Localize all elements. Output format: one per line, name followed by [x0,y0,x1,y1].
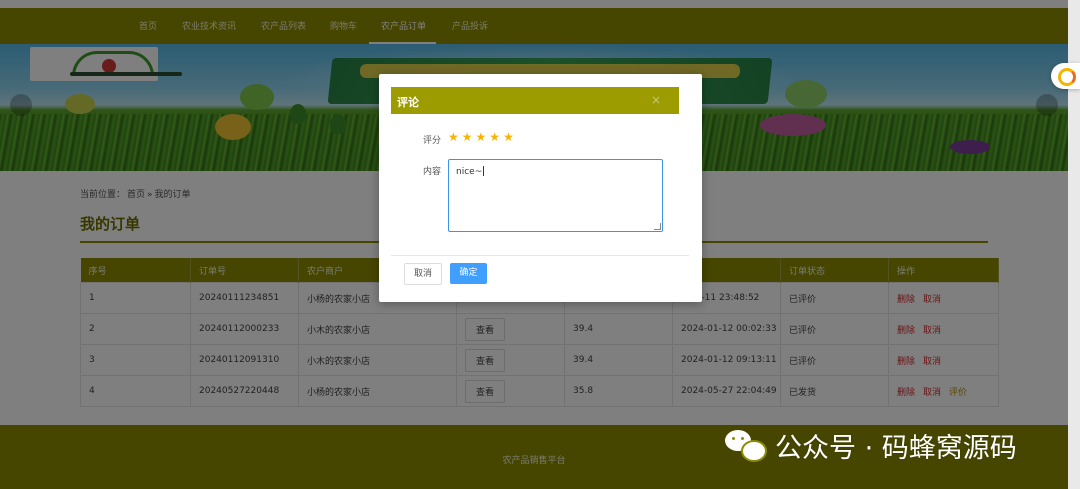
rating-stars: ★★★★★ [448,130,517,144]
dialog-header: 评论 × [391,87,679,114]
confirm-button[interactable]: 确定 [450,263,487,284]
content-value-text: nice~ [456,167,483,177]
resize-grip-icon[interactable] [654,223,661,230]
rating-label: 评分 [422,136,441,146]
review-dialog: 评论 × 评分 ★★★★★ 内容 nice~ 取消 确定 [379,74,702,302]
wechat-eye [741,437,744,440]
wechat-eye [732,437,735,440]
star-icon[interactable]: ★ [448,130,462,144]
star-icon[interactable]: ★ [489,130,503,144]
dialog-divider [391,255,689,256]
text-caret [483,166,485,176]
floating-assistant-button[interactable] [1051,63,1080,89]
watermark-text: 公众号 · 码蜂窝源码 [775,432,1017,464]
wechat-bubble-small [741,440,767,462]
content-value: nice~ [456,166,485,177]
star-icon[interactable]: ★ [503,130,517,144]
content-label: 内容 [422,167,441,177]
close-icon[interactable]: × [651,93,661,107]
dialog-title: 评论 [397,96,419,109]
star-icon[interactable]: ★ [476,130,490,144]
content-textarea[interactable]: nice~ [448,159,663,232]
star-icon[interactable]: ★ [462,130,476,144]
cancel-button[interactable]: 取消 [404,263,442,285]
wechat-icon [725,428,767,462]
page: 首页 农业技术资讯 农产品列表 购物车 农产品订单 产品投诉 当前位置：首页»我… [0,0,1068,489]
assistant-ring-icon [1058,68,1076,86]
watermark: 公众号 · 码蜂窝源码 [725,425,1017,465]
